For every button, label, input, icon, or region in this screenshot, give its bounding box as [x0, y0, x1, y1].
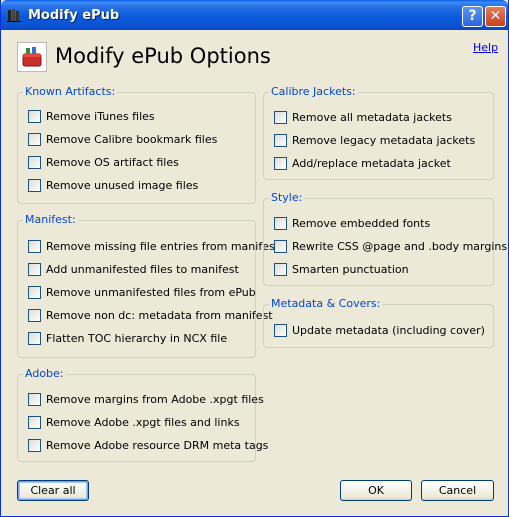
- checkbox-remove-embedded-fonts[interactable]: Remove embedded fonts: [274, 216, 430, 230]
- checkbox-label: Remove Adobe .xpgt files and links: [46, 415, 240, 429]
- checkbox[interactable]: [28, 308, 41, 322]
- checkbox-add-unmanifested[interactable]: Add unmanifested files to manifest: [28, 262, 239, 276]
- checkbox-remove-drm-meta[interactable]: Remove Adobe resource DRM meta tags: [28, 438, 268, 452]
- checkbox-label: Remove margins from Adobe .xpgt files: [46, 392, 264, 406]
- checkbox[interactable]: [274, 133, 287, 147]
- checkbox-remove-all-jackets[interactable]: Remove all metadata jackets: [274, 110, 452, 124]
- help-button[interactable]: ?: [462, 6, 483, 27]
- checkbox-flatten-toc[interactable]: Flatten TOC hierarchy in NCX file: [28, 331, 227, 345]
- checkbox[interactable]: [274, 323, 287, 337]
- checkbox-remove-calibre-bookmarks[interactable]: Remove Calibre bookmark files: [28, 132, 217, 146]
- metadata-covers-group: Metadata & Covers: Update metadata (incl…: [263, 297, 494, 348]
- checkbox-remove-unused-images[interactable]: Remove unused image files: [28, 178, 198, 192]
- checkbox-label: Flatten TOC hierarchy in NCX file: [46, 331, 228, 345]
- checkbox[interactable]: [274, 110, 287, 124]
- modify-epub-dialog: Modify ePub ? ✕ Modify ePub Options Help…: [0, 0, 509, 517]
- checkbox-update-metadata[interactable]: Update metadata (including cover): [274, 323, 485, 337]
- checkbox-add-replace-jacket[interactable]: Add/replace metadata jacket: [274, 156, 451, 170]
- close-button[interactable]: ✕: [485, 6, 506, 27]
- cancel-button[interactable]: Cancel: [421, 480, 494, 501]
- checkbox[interactable]: [28, 392, 41, 406]
- checkbox-label: Smarten punctuation: [292, 262, 409, 276]
- checkbox[interactable]: [28, 239, 41, 253]
- checkbox[interactable]: [28, 415, 41, 429]
- checkbox[interactable]: [274, 216, 287, 230]
- adobe-group: Adobe: Remove margins from Adobe .xpgt f…: [17, 367, 268, 462]
- page-title: Modify ePub Options: [55, 44, 271, 68]
- checkbox-remove-unmanifested[interactable]: Remove unmanifested files from ePub: [28, 285, 256, 299]
- checkbox[interactable]: [28, 331, 41, 345]
- checkbox[interactable]: [28, 438, 41, 452]
- plugin-icon: [17, 42, 47, 72]
- group-title: Known Artifacts:: [23, 85, 118, 98]
- checkbox[interactable]: [274, 156, 287, 170]
- group-title: Metadata & Covers:: [269, 297, 383, 310]
- checkbox-label: Remove all metadata jackets: [292, 110, 452, 124]
- checkbox-label: Rewrite CSS @page and .body margins: [292, 239, 508, 253]
- manifest-group: Manifest: Remove missing file entries fr…: [17, 213, 279, 358]
- checkbox[interactable]: [28, 109, 41, 123]
- checkbox-label: Remove unused image files: [46, 178, 199, 192]
- style-group: Style: Remove embedded fonts Rewrite CSS…: [263, 191, 507, 286]
- checkbox[interactable]: [28, 262, 41, 276]
- checkbox-label: Remove OS artifact files: [46, 155, 179, 169]
- checkbox[interactable]: [28, 178, 41, 192]
- checkbox-label: Remove unmanifested files from ePub: [46, 285, 256, 299]
- checkbox-remove-non-dc-metadata[interactable]: Remove non dc: metadata from manifest: [28, 308, 273, 322]
- checkbox[interactable]: [28, 155, 41, 169]
- calibre-jackets-group: Calibre Jackets: Remove all metadata jac…: [263, 85, 494, 180]
- checkbox-label: Remove Adobe resource DRM meta tags: [46, 438, 269, 452]
- checkbox-label: Add/replace metadata jacket: [292, 156, 451, 170]
- checkbox-label: Remove iTunes files: [46, 109, 155, 123]
- checkbox-label: Remove missing file entries from manifes…: [46, 239, 280, 253]
- checkbox[interactable]: [274, 262, 287, 276]
- checkbox-label: Remove embedded fonts: [292, 216, 431, 230]
- checkbox-remove-xpgt-files[interactable]: Remove Adobe .xpgt files and links: [28, 415, 240, 429]
- checkbox-label: Remove non dc: metadata from manifest: [46, 308, 273, 322]
- group-title: Adobe:: [23, 367, 66, 380]
- window-title: Modify ePub: [28, 8, 120, 23]
- checkbox-remove-itunes[interactable]: Remove iTunes files: [28, 109, 155, 123]
- title-bar[interactable]: Modify ePub ? ✕: [1, 0, 508, 30]
- checkbox-remove-os-artifacts[interactable]: Remove OS artifact files: [28, 155, 179, 169]
- checkbox-label: Remove Calibre bookmark files: [46, 132, 218, 146]
- group-title: Calibre Jackets:: [269, 85, 358, 98]
- clear-all-button[interactable]: Clear all: [17, 480, 89, 501]
- checkbox[interactable]: [28, 132, 41, 146]
- books-icon: [7, 9, 21, 22]
- help-link[interactable]: Help: [473, 41, 498, 54]
- group-title: Manifest:: [23, 213, 78, 226]
- checkbox-rewrite-css-margins[interactable]: Rewrite CSS @page and .body margins: [274, 239, 507, 253]
- checkbox-remove-missing-entries[interactable]: Remove missing file entries from manifes…: [28, 239, 279, 253]
- ok-button[interactable]: OK: [340, 480, 412, 501]
- known-artifacts-group: Known Artifacts: Remove iTunes files Rem…: [17, 85, 256, 204]
- checkbox-label: Add unmanifested files to manifest: [46, 262, 239, 276]
- checkbox-smarten-punctuation[interactable]: Smarten punctuation: [274, 262, 409, 276]
- checkbox[interactable]: [274, 239, 287, 253]
- group-title: Style:: [269, 191, 305, 204]
- checkbox-remove-legacy-jackets[interactable]: Remove legacy metadata jackets: [274, 133, 475, 147]
- checkbox-remove-xpgt-margins[interactable]: Remove margins from Adobe .xpgt files: [28, 392, 264, 406]
- checkbox-label: Remove legacy metadata jackets: [292, 133, 476, 147]
- checkbox-label: Update metadata (including cover): [292, 323, 485, 337]
- checkbox[interactable]: [28, 285, 41, 299]
